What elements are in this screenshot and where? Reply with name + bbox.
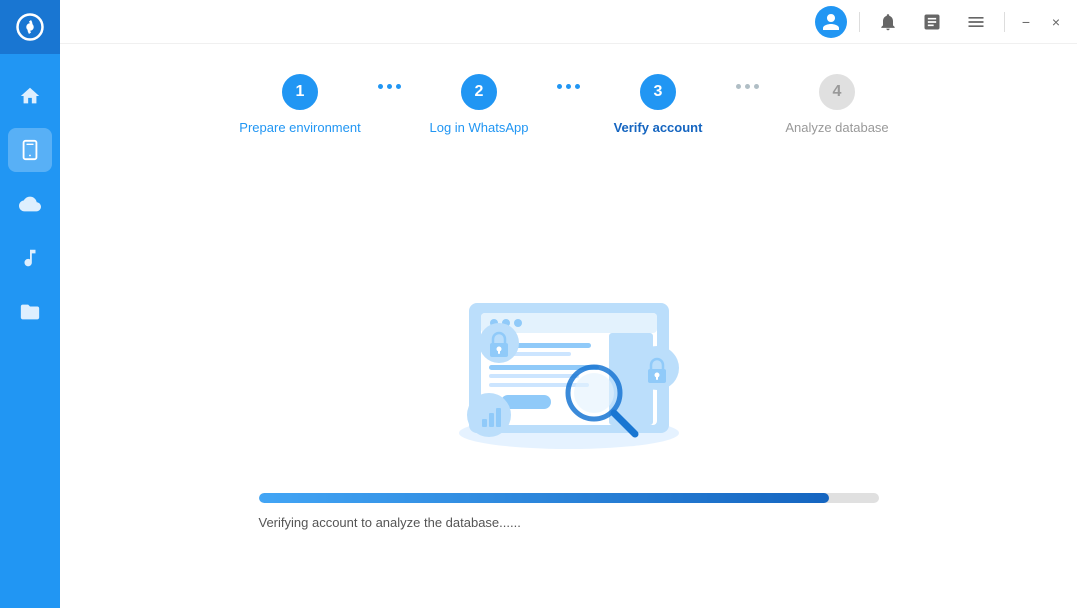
user-avatar[interactable] — [815, 6, 847, 38]
notes-icon[interactable] — [916, 6, 948, 38]
sidebar-item-device[interactable] — [8, 128, 52, 172]
sidebar — [0, 0, 60, 608]
step-1: 1 Prepare environment — [230, 74, 370, 135]
step-2-label: Log in WhatsApp — [429, 120, 528, 135]
illustration — [399, 223, 739, 463]
illustration-svg — [399, 223, 739, 463]
illustration-area: Verifying account to analyze the databas… — [60, 155, 1077, 608]
sidebar-item-folder[interactable] — [8, 290, 52, 334]
dots-3-4 — [736, 74, 759, 89]
dots-1-2 — [378, 74, 401, 89]
step-4-circle: 4 — [819, 74, 855, 110]
titlebar-actions: − × — [815, 6, 1065, 38]
step-4: 4 Analyze database — [767, 74, 907, 135]
logo-icon — [15, 12, 45, 42]
close-button[interactable]: × — [1047, 13, 1065, 31]
titlebar-divider2 — [1004, 12, 1005, 32]
home-icon — [19, 85, 41, 107]
step-1-label: Prepare environment — [239, 120, 360, 135]
app-logo[interactable] — [0, 0, 60, 54]
step-2-circle: 2 — [461, 74, 497, 110]
progress-bar-container — [259, 493, 879, 503]
sidebar-item-music[interactable] — [8, 236, 52, 280]
sidebar-nav — [8, 54, 52, 608]
step-3-circle: 3 — [640, 74, 676, 110]
step-2: 2 Log in WhatsApp — [409, 74, 549, 135]
avatar-icon — [821, 12, 841, 32]
titlebar-divider — [859, 12, 860, 32]
dots-2-3 — [557, 74, 580, 89]
bell-icon[interactable] — [872, 6, 904, 38]
folder-icon — [19, 301, 41, 323]
progress-section: Verifying account to analyze the databas… — [259, 493, 879, 540]
progress-bar-fill — [259, 493, 829, 503]
sidebar-item-home[interactable] — [8, 74, 52, 118]
minimize-button[interactable]: − — [1017, 13, 1035, 31]
music-icon — [19, 247, 41, 269]
titlebar: − × — [60, 0, 1077, 44]
step-4-label: Analyze database — [785, 120, 888, 135]
step-3: 3 Verify account — [588, 74, 728, 135]
step-3-label: Verify account — [614, 120, 703, 135]
steps-container: 1 Prepare environment 2 Log in WhatsApp … — [60, 44, 1077, 155]
step-1-circle: 1 — [282, 74, 318, 110]
phone-icon — [19, 139, 41, 161]
main-content: − × 1 Prepare environment 2 Log in Whats… — [60, 0, 1077, 608]
cloud-icon — [19, 193, 41, 215]
sidebar-item-cloud[interactable] — [8, 182, 52, 226]
menu-icon[interactable] — [960, 6, 992, 38]
progress-status-text: Verifying account to analyze the databas… — [259, 515, 879, 530]
